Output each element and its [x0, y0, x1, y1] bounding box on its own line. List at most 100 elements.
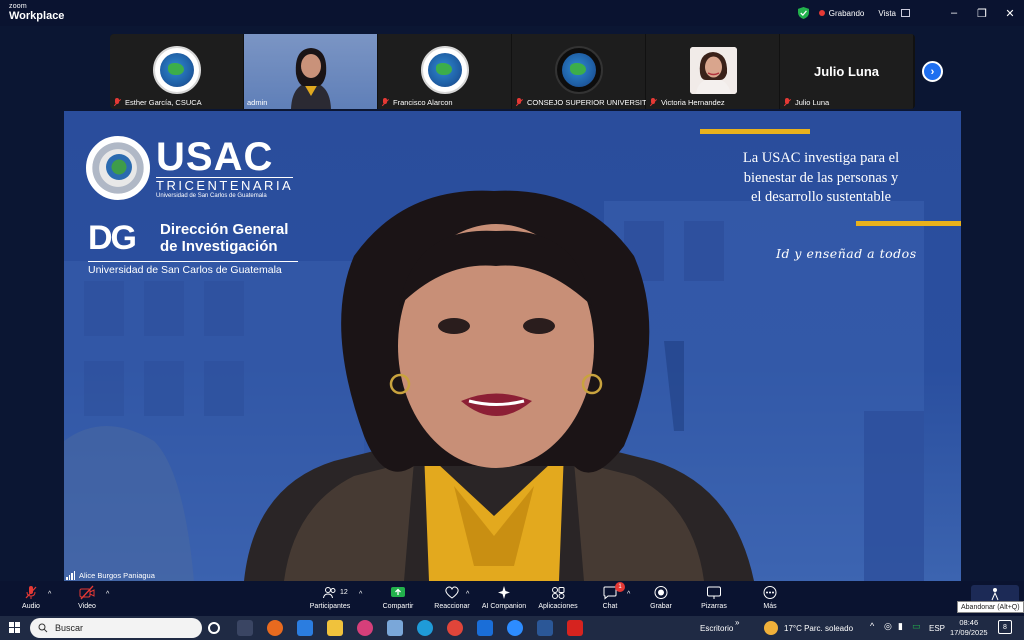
- video-options-caret-icon[interactable]: ^: [106, 591, 109, 598]
- speaker-person-image: [244, 190, 754, 581]
- mic-muted-icon: [25, 586, 37, 599]
- sparkle-icon: [498, 586, 510, 599]
- minimize-button[interactable]: –: [940, 0, 968, 26]
- clock-time: 08:46: [959, 618, 979, 627]
- system-clock[interactable]: 08:46 17/09/2025: [950, 618, 988, 638]
- acrobat-icon[interactable]: [567, 620, 583, 636]
- restore-button[interactable]: ❐: [968, 0, 996, 26]
- participants-button[interactable]: Participantes: [300, 585, 360, 610]
- mic-tray-icon[interactable]: ▮: [898, 621, 903, 632]
- file-explorer-icon[interactable]: [327, 620, 343, 636]
- windows-start-icon[interactable]: [9, 622, 20, 633]
- taskbar-search[interactable]: Buscar: [30, 618, 202, 638]
- participant-display-name: Julio Luna: [814, 64, 879, 79]
- dg-mark: DG: [88, 219, 137, 257]
- copilot-icon[interactable]: [357, 620, 373, 636]
- zoom-taskbar-icon[interactable]: [507, 620, 523, 636]
- participant-tile[interactable]: admin: [244, 34, 377, 109]
- grid-view-icon: [901, 9, 910, 17]
- task-view-icon[interactable]: [208, 622, 220, 634]
- apps-icon: [552, 587, 565, 599]
- mic-muted-icon: [515, 98, 523, 107]
- audio-options-caret-icon[interactable]: ^: [48, 591, 51, 598]
- audio-label: Audio: [22, 603, 40, 610]
- participant-tile[interactable]: Julio Luna Julio Luna: [780, 34, 913, 109]
- participant-tile[interactable]: Esther García, CSUCA: [110, 34, 243, 109]
- battery-icon[interactable]: ▭: [912, 621, 921, 632]
- share-screen-icon: [391, 587, 405, 597]
- store-icon[interactable]: [297, 620, 313, 636]
- participants-caret-icon[interactable]: ^: [359, 591, 362, 598]
- meeting-controls: Audio ^ Video ^ Participantes 12 ^ Compa…: [0, 581, 1024, 616]
- whiteboard-icon: [707, 586, 721, 599]
- title-bar: zoom Workplace Grabando Vista – ❐ ✕: [0, 0, 1024, 26]
- app-icon[interactable]: [387, 620, 403, 636]
- chrome-icon[interactable]: [447, 620, 463, 636]
- brand-small: zoom: [9, 3, 27, 10]
- clock-date: 17/09/2025: [950, 628, 988, 637]
- mic-muted-icon: [113, 98, 121, 107]
- chat-caret-icon[interactable]: ^: [627, 591, 630, 598]
- shield-icon[interactable]: [797, 7, 809, 19]
- app-brand: zoom Workplace: [9, 3, 64, 22]
- ai-companion-button[interactable]: AI Companion: [474, 585, 534, 610]
- participant-name: Francisco Alarcon: [393, 98, 453, 107]
- reactions-caret-icon[interactable]: ^: [466, 591, 469, 598]
- word-icon[interactable]: [537, 620, 553, 636]
- outlook-icon[interactable]: [477, 620, 493, 636]
- edge-icon[interactable]: [417, 620, 433, 636]
- participant-name: Julio Luna: [795, 98, 830, 107]
- notifications-icon[interactable]: 8: [998, 620, 1012, 634]
- participant-name: Esther García, CSUCA: [125, 98, 202, 107]
- network-icon[interactable]: ◎: [884, 621, 892, 632]
- brand-big: Workplace: [9, 10, 65, 22]
- participants-count: 12: [340, 589, 348, 596]
- apps-button[interactable]: Aplicaciones: [528, 585, 588, 610]
- participant-tile[interactable]: CONSEJO SUPERIOR UNIVERSITAR...: [512, 34, 663, 109]
- language-indicator[interactable]: ESP: [929, 616, 945, 640]
- participants-label: Participantes: [309, 603, 351, 610]
- mic-muted-icon: [783, 98, 791, 107]
- firefox-icon[interactable]: [267, 620, 283, 636]
- whiteboards-label: Pizarras: [701, 603, 727, 610]
- share-label: Compartir: [382, 603, 414, 610]
- search-label: Buscar: [55, 623, 84, 633]
- weather-sun-icon: [764, 621, 778, 635]
- audio-button[interactable]: Audio: [1, 585, 61, 610]
- recording-indicator[interactable]: Grabando: [818, 9, 864, 18]
- participant-photo-avatar: [690, 47, 737, 94]
- widgets-icon[interactable]: [237, 620, 253, 636]
- gold-divider: [856, 221, 961, 226]
- participant-video-thumbnail: [291, 48, 331, 109]
- view-button[interactable]: Vista: [878, 9, 910, 18]
- chevron-right-icon[interactable]: »: [735, 618, 739, 627]
- gold-divider: [700, 129, 810, 134]
- windows-taskbar: Buscar Escritorio » 17°C Parc. soleado ^…: [0, 616, 1024, 640]
- quote-line: La USAC investiga para el: [742, 150, 900, 166]
- recording-dot-icon: [818, 10, 825, 16]
- next-page-arrow-icon[interactable]: ›: [922, 61, 943, 82]
- more-button[interactable]: Más: [740, 585, 800, 610]
- speaker-label: Alice Burgos Paniagua: [66, 571, 155, 580]
- close-button[interactable]: ✕: [996, 0, 1024, 26]
- whiteboards-button[interactable]: Pizarras: [684, 585, 744, 610]
- leave-tooltip: Abandonar (Alt+Q): [957, 601, 1024, 613]
- signal-bars-icon: [66, 571, 76, 580]
- csuca-logo-icon: [152, 46, 201, 94]
- video-off-icon: [79, 585, 95, 600]
- speaker-name: Alice Burgos Paniagua: [79, 571, 155, 580]
- tray-chevron-icon[interactable]: ^: [870, 621, 874, 631]
- apps-label: Aplicaciones: [538, 603, 578, 610]
- heart-icon: [445, 586, 459, 599]
- participant-name: CONSEJO SUPERIOR UNIVERSITAR...: [527, 98, 663, 107]
- mic-muted-icon: [649, 98, 657, 107]
- reactions-button[interactable]: Reaccionar: [422, 585, 482, 610]
- participant-tile[interactable]: Francisco Alarcon: [378, 34, 511, 109]
- weather-text[interactable]: 17°C Parc. soleado: [784, 616, 853, 640]
- desktop-label[interactable]: Escritorio: [700, 616, 733, 640]
- consejo-logo-icon: [554, 46, 603, 94]
- participant-tile[interactable]: Victoria Hernandez: [646, 34, 779, 109]
- share-screen-button[interactable]: Compartir: [368, 585, 428, 610]
- record-button[interactable]: Grabar: [631, 585, 691, 610]
- record-label: Grabar: [650, 603, 672, 610]
